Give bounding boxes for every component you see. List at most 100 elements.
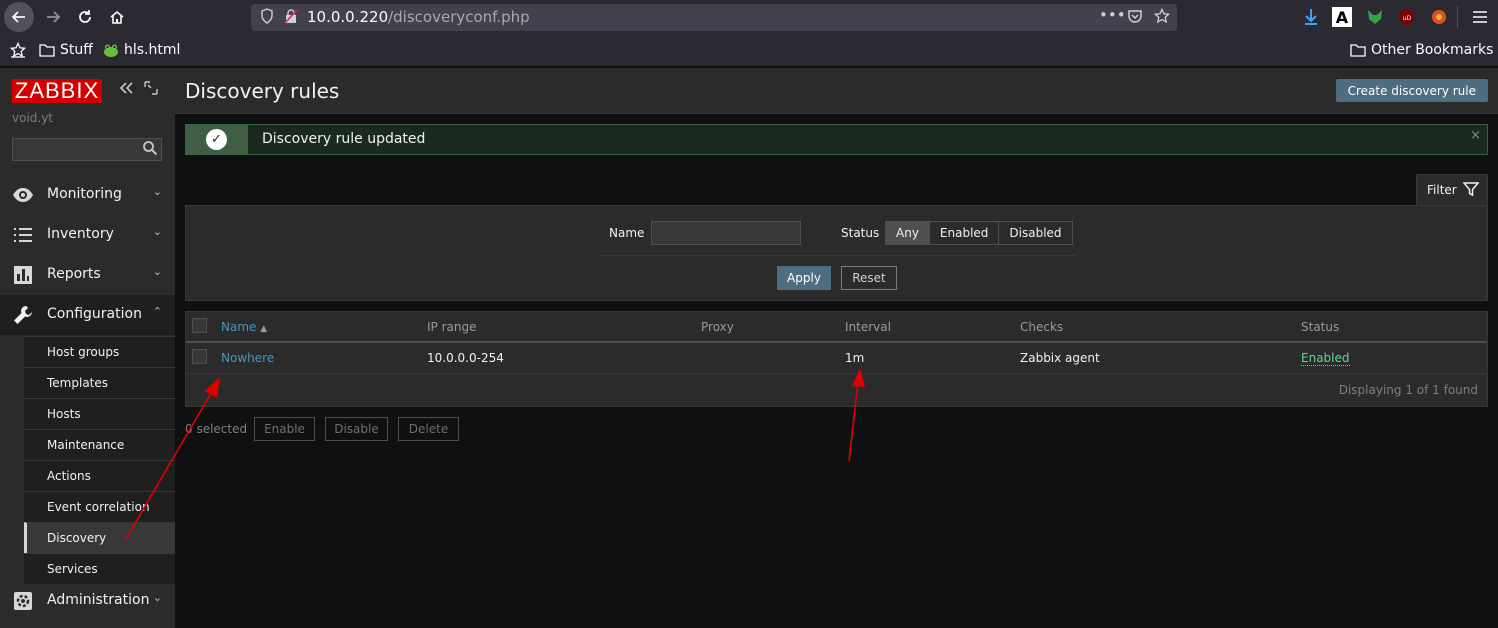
discovery-rules-table: Name ▲ IP range Proxy Interval Checks St… bbox=[185, 311, 1488, 407]
menu-monitoring[interactable]: Monitoring ⌄ bbox=[0, 175, 175, 215]
submenu-actions[interactable]: Actions bbox=[24, 460, 175, 491]
list-icon bbox=[12, 224, 34, 246]
url-text: 10.0.0.220/discoveryconf.php bbox=[307, 8, 530, 26]
chevron-up-icon: ⌃ bbox=[152, 305, 162, 318]
submenu-templates[interactable]: Templates bbox=[24, 367, 175, 398]
fox-extension-icon[interactable] bbox=[1364, 6, 1386, 28]
configuration-submenu: Host groups Templates Hosts Maintenance … bbox=[24, 336, 175, 584]
svg-text:uD: uD bbox=[1403, 15, 1412, 22]
arrow-left-icon bbox=[11, 11, 25, 23]
sort-ascending-icon: ▲ bbox=[260, 324, 268, 334]
filter-tab[interactable]: Filter bbox=[1416, 174, 1488, 206]
column-header-interval: Interval bbox=[845, 320, 891, 334]
delete-button[interactable]: Delete bbox=[398, 417, 459, 441]
menu-configuration[interactable]: Configuration ⌃ bbox=[0, 295, 175, 335]
submenu-hosts[interactable]: Hosts bbox=[24, 398, 175, 429]
select-all-checkbox[interactable] bbox=[192, 318, 207, 333]
bookmark-hls[interactable]: hls.html bbox=[103, 42, 180, 58]
reset-button[interactable]: Reset bbox=[841, 266, 897, 290]
enable-button[interactable]: Enable bbox=[254, 417, 315, 441]
rule-ip-range: 10.0.0.0-254 bbox=[427, 351, 504, 365]
home-button[interactable] bbox=[102, 2, 132, 32]
pocket-icon[interactable] bbox=[1127, 8, 1143, 28]
collapse-sidebar-icon[interactable] bbox=[118, 80, 134, 99]
status-segmented-control: Any Enabled Disabled bbox=[885, 221, 1073, 245]
submenu-maintenance[interactable]: Maintenance bbox=[24, 429, 175, 460]
home-icon bbox=[110, 10, 124, 24]
row-checkbox[interactable] bbox=[192, 349, 207, 364]
bookmarks-bar: Stuff hls.html Other Bookmarks bbox=[0, 35, 1498, 67]
status-any-option[interactable]: Any bbox=[886, 222, 930, 244]
zabbix-logo[interactable]: ZABBIX bbox=[12, 78, 102, 103]
funnel-icon bbox=[1462, 181, 1480, 200]
forward-button[interactable] bbox=[38, 2, 68, 32]
filter-name-label: Name bbox=[609, 226, 645, 240]
submenu-event-correlation[interactable]: Event correlation bbox=[24, 491, 175, 522]
main-content: Discovery rules Create discovery rule ✓ … bbox=[175, 68, 1498, 628]
filter-divider bbox=[600, 255, 1076, 256]
menu-inventory[interactable]: Inventory ⌄ bbox=[0, 215, 175, 255]
column-header-checks: Checks bbox=[1020, 320, 1064, 334]
cog-icon bbox=[12, 590, 34, 612]
back-button[interactable] bbox=[4, 2, 34, 32]
menu-label: Monitoring bbox=[47, 186, 122, 202]
create-discovery-rule-button[interactable]: Create discovery rule bbox=[1335, 79, 1488, 102]
apply-button[interactable]: Apply bbox=[777, 266, 831, 290]
sidebar: ZABBIX void.yt Monitoring ⌄ Inventory ⌄ … bbox=[0, 68, 175, 628]
chevron-down-icon: ⌄ bbox=[152, 265, 162, 278]
menu-reports[interactable]: Reports ⌄ bbox=[0, 255, 175, 295]
font-extension-icon[interactable]: A bbox=[1332, 7, 1352, 27]
close-icon[interactable]: × bbox=[1470, 128, 1481, 143]
column-header-name[interactable]: Name ▲ bbox=[221, 320, 267, 334]
page-header: Discovery rules Create discovery rule bbox=[175, 68, 1498, 114]
column-header-proxy: Proxy bbox=[701, 320, 734, 334]
ublock-icon[interactable]: uD bbox=[1396, 6, 1418, 28]
status-enabled-option[interactable]: Enabled bbox=[929, 222, 1000, 244]
rule-checks: Zabbix agent bbox=[1020, 351, 1100, 365]
reload-button[interactable] bbox=[70, 2, 100, 32]
column-header-ip-range: IP range bbox=[427, 320, 477, 334]
url-bar[interactable]: 10.0.0.220/discoveryconf.php ••• bbox=[251, 4, 1177, 31]
arrow-right-icon bbox=[47, 11, 61, 23]
menu-label: Configuration bbox=[47, 306, 142, 322]
submenu-services[interactable]: Services bbox=[24, 553, 175, 584]
selected-count: 0 selected bbox=[185, 422, 248, 436]
bookmark-label: hls.html bbox=[124, 42, 181, 58]
submenu-discovery[interactable]: Discovery bbox=[24, 522, 175, 553]
filter-tab-label: Filter bbox=[1427, 183, 1457, 197]
menu-administration[interactable]: Administration ⌄ bbox=[0, 581, 175, 621]
menu-label: Administration bbox=[47, 592, 150, 608]
submenu-host-groups[interactable]: Host groups bbox=[24, 336, 175, 367]
page-actions-icon[interactable]: ••• bbox=[1099, 6, 1126, 24]
browser-toolbar: 10.0.0.220/discoveryconf.php ••• A uD bbox=[0, 0, 1498, 35]
filter-name-input[interactable] bbox=[651, 221, 801, 245]
status-disabled-option[interactable]: Disabled bbox=[999, 222, 1072, 244]
sidebar-search-input[interactable] bbox=[12, 138, 162, 161]
hamburger-menu-icon[interactable] bbox=[1469, 6, 1491, 28]
bookmark-stuff[interactable]: Stuff bbox=[39, 42, 93, 58]
chevron-down-icon: ⌄ bbox=[152, 225, 162, 238]
rule-status-toggle[interactable]: Enabled bbox=[1301, 351, 1350, 366]
extension-icon[interactable] bbox=[1428, 6, 1450, 28]
other-bookmarks-label: Other Bookmarks bbox=[1371, 42, 1494, 58]
star-icon[interactable] bbox=[1153, 7, 1171, 28]
wrench-icon bbox=[12, 304, 34, 326]
download-icon[interactable] bbox=[1300, 6, 1322, 28]
bookmark-manager-icon[interactable] bbox=[10, 42, 26, 58]
disable-button[interactable]: Disable bbox=[325, 417, 388, 441]
insecure-lock-icon[interactable] bbox=[284, 8, 298, 28]
other-bookmarks[interactable]: Other Bookmarks bbox=[1350, 42, 1493, 58]
kiosk-mode-icon[interactable] bbox=[144, 80, 158, 99]
server-name: void.yt bbox=[12, 111, 54, 125]
menu-label: Inventory bbox=[47, 226, 114, 242]
chevron-down-icon: ⌄ bbox=[152, 185, 162, 198]
rule-interval: 1m bbox=[845, 351, 865, 365]
message-text: Discovery rule updated bbox=[262, 131, 426, 147]
rule-name-link[interactable]: Nowhere bbox=[221, 351, 274, 365]
shield-icon[interactable] bbox=[260, 8, 274, 28]
filter-status-label: Status bbox=[841, 226, 880, 240]
chevron-down-icon: ⌄ bbox=[152, 591, 162, 604]
table-footer-count: Displaying 1 of 1 found bbox=[1338, 383, 1478, 397]
column-header-status: Status bbox=[1301, 320, 1340, 334]
search-icon[interactable] bbox=[142, 140, 158, 160]
